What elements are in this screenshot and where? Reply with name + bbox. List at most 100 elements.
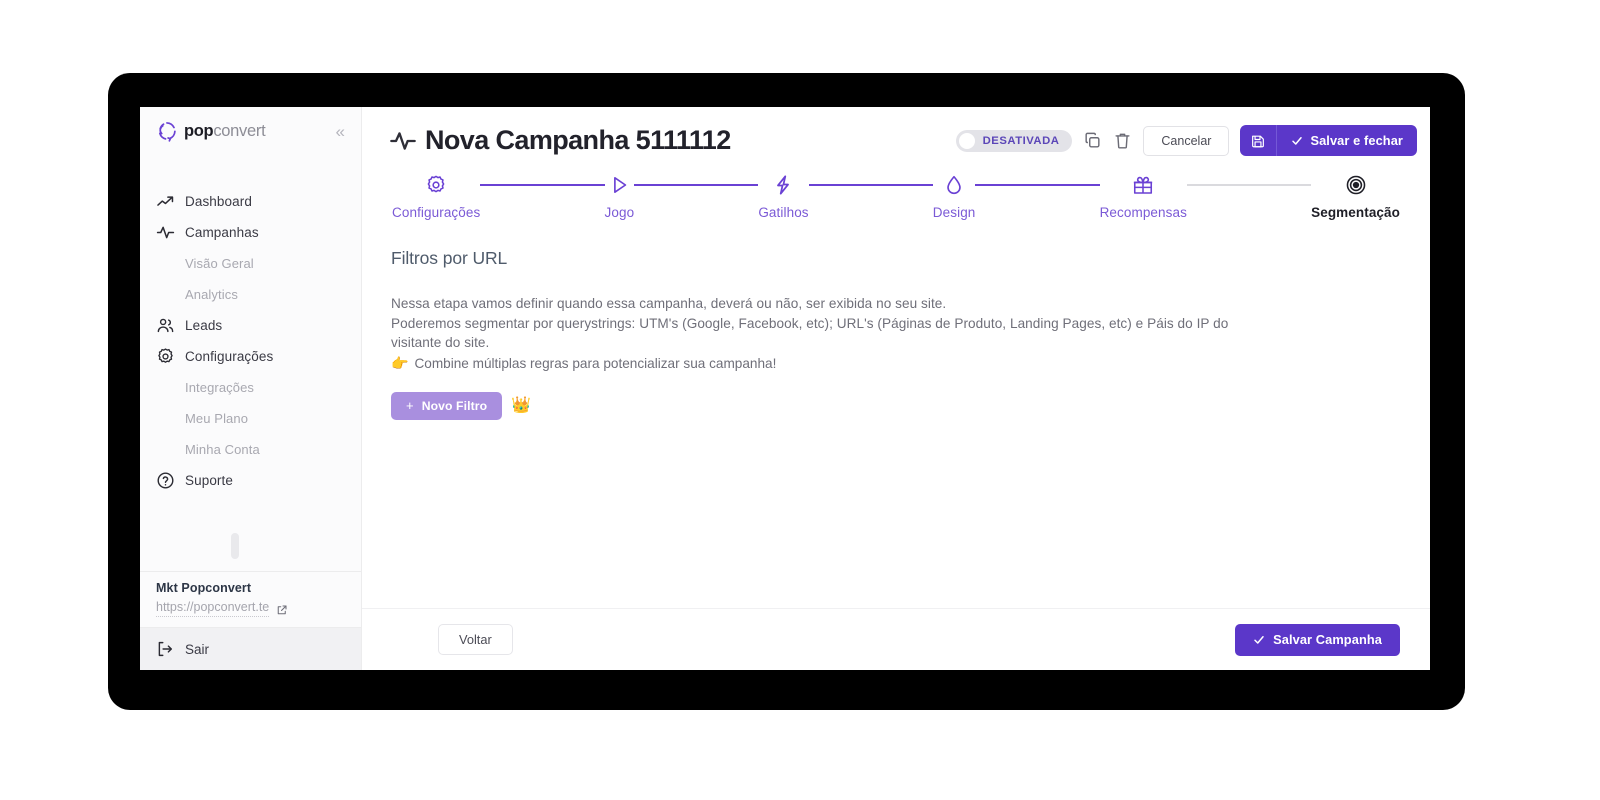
step-connector: [480, 172, 605, 198]
new-filter-label: Novo Filtro: [421, 398, 488, 413]
flag-usa-button[interactable]: [247, 533, 275, 574]
step-gatilhos[interactable]: Gatilhos: [758, 172, 809, 220]
sidebar-item-meu-plano[interactable]: Meu Plano: [140, 403, 361, 434]
step-connector: [808, 172, 933, 198]
flag-brazil-button[interactable]: [230, 533, 259, 574]
save-and-close-group[interactable]: Salvar e fechar: [1240, 125, 1417, 156]
step-label: Recompensas: [1099, 205, 1187, 220]
trending-up-icon: [156, 192, 175, 211]
popconvert-logo-icon: [156, 120, 178, 142]
sidebar-item-configuracoes[interactable]: Configurações: [140, 341, 361, 372]
play-icon: [608, 172, 630, 198]
sidebar-item-label: Dashboard: [185, 194, 252, 209]
logout-icon: [156, 640, 174, 658]
new-filter-button[interactable]: + Novo Filtro: [391, 391, 503, 420]
step-jogo[interactable]: Jogo: [605, 172, 635, 220]
sidebar-item-minha-conta[interactable]: Minha Conta: [140, 434, 361, 465]
step-connector: [975, 172, 1100, 198]
wizard-stepper: Configurações Jogo Gatilhos Design Recom…: [362, 156, 1430, 220]
account-block: Mkt Popconvert https://popconvert.te: [140, 571, 361, 627]
topbar: Nova Campanha 5111112 DESATIVADA Cancela…: [362, 107, 1430, 156]
sidebar-item-label: Configurações: [185, 349, 274, 364]
footer-bar: Voltar Salvar Campanha: [362, 608, 1430, 670]
sidebar-subitem-label: Visão Geral: [185, 256, 254, 271]
save-campaign-label: Salvar Campanha: [1273, 632, 1382, 647]
new-filter-row: + Novo Filtro 👑: [391, 391, 1400, 420]
logout-button[interactable]: Sair: [140, 627, 361, 670]
people-icon: [156, 316, 175, 335]
question-circle-icon: [156, 471, 175, 490]
brand-wordmark: popconvert: [184, 121, 266, 141]
step-connector: [634, 172, 759, 198]
status-badge: DESATIVADA: [982, 134, 1060, 147]
pulse-icon: [156, 223, 175, 242]
cancel-button[interactable]: Cancelar: [1143, 125, 1230, 156]
save-and-close-label: Salvar e fechar: [1310, 133, 1403, 148]
description-line-3: visitante do site.: [391, 335, 490, 350]
sidebar-item-visao-geral[interactable]: Visão Geral: [140, 248, 361, 279]
app-screen: popconvert « Dashboard Campanhas Visão G…: [140, 107, 1430, 670]
sidebar-item-label: Leads: [185, 318, 223, 333]
step-configuracoes[interactable]: Configurações: [392, 172, 480, 220]
gear-icon: [156, 347, 175, 366]
logout-label: Sair: [185, 641, 210, 657]
bolt-icon: [772, 172, 794, 198]
external-link-icon[interactable]: [276, 603, 288, 615]
droplet-icon: [943, 172, 965, 198]
main-panel: Nova Campanha 5111112 DESATIVADA Cancela…: [362, 107, 1430, 670]
step-label: Jogo: [604, 205, 635, 220]
description-highlight-text: Combine múltiplas regras para potenciali…: [414, 355, 777, 371]
section-title: Filtros por URL: [391, 248, 508, 268]
description-line-2: Poderemos segmentar por querystrings: UT…: [391, 315, 1229, 331]
description-block: Nessa etapa vamos definir quando essa ca…: [391, 294, 1400, 372]
step-label: Design: [932, 205, 976, 220]
target-icon: [1345, 172, 1367, 198]
account-url[interactable]: https://popconvert.te: [156, 600, 270, 617]
language-flags: [140, 533, 361, 574]
sidebar-item-suporte[interactable]: Suporte: [140, 465, 361, 496]
step-segmentacao[interactable]: Segmentação: [1311, 172, 1400, 220]
account-name: Mkt Popconvert: [156, 581, 252, 595]
description-line-1: Nessa etapa vamos definir quando essa ca…: [391, 296, 947, 311]
back-button[interactable]: Voltar: [438, 624, 513, 655]
flag-spain-button[interactable]: [263, 533, 291, 574]
sidebar-item-leads[interactable]: Leads: [140, 310, 361, 341]
step-label: Configurações: [392, 205, 481, 220]
delete-icon[interactable]: [1113, 131, 1132, 150]
gear-icon: [425, 172, 447, 198]
brand-bold: pop: [184, 121, 214, 140]
sidebar-subitem-label: Integrações: [185, 380, 255, 395]
step-recompensas[interactable]: Recompensas: [1100, 172, 1187, 220]
plus-icon: +: [406, 398, 414, 413]
crown-icon: 👑: [511, 396, 532, 414]
save-disk-icon[interactable]: [1240, 125, 1278, 156]
brand-light: convert: [213, 121, 266, 140]
sidebar-item-label: Suporte: [185, 473, 233, 488]
sidebar-subitem-label: Analytics: [185, 287, 238, 302]
campaign-pulse-icon: [389, 127, 417, 155]
save-campaign-button[interactable]: Salvar Campanha: [1235, 623, 1400, 656]
save-and-close-button[interactable]: Salvar e fechar: [1277, 133, 1417, 148]
step-connector: [1186, 172, 1312, 198]
step-label: Gatilhos: [758, 205, 809, 220]
sidebar-item-campanhas[interactable]: Campanhas: [140, 217, 361, 248]
content-area: Filtros por URL Nessa etapa vamos defini…: [362, 220, 1430, 420]
sidebar: popconvert « Dashboard Campanhas Visão G…: [140, 107, 362, 670]
check-icon: [1253, 634, 1265, 646]
brand-row: popconvert «: [140, 107, 361, 142]
pointing-hand-icon: 👉: [391, 354, 409, 371]
sidebar-item-label: Campanhas: [185, 225, 259, 240]
sidebar-item-analytics[interactable]: Analytics: [140, 279, 361, 310]
duplicate-icon[interactable]: [1083, 131, 1102, 150]
sidebar-item-dashboard[interactable]: Dashboard: [140, 186, 361, 217]
collapse-sidebar-icon[interactable]: «: [336, 123, 347, 140]
account-url-row: https://popconvert.te: [156, 600, 345, 617]
check-icon: [1291, 135, 1303, 147]
page-title: Nova Campanha 5111112: [425, 125, 731, 155]
sidebar-subitem-label: Minha Conta: [185, 442, 260, 457]
sidebar-nav: Dashboard Campanhas Visão Geral Analytic…: [140, 186, 361, 496]
step-design[interactable]: Design: [933, 172, 976, 220]
step-label: Segmentação: [1311, 205, 1400, 220]
sidebar-item-integracoes[interactable]: Integrações: [140, 372, 361, 403]
status-toggle[interactable]: DESATIVADA: [955, 129, 1073, 152]
